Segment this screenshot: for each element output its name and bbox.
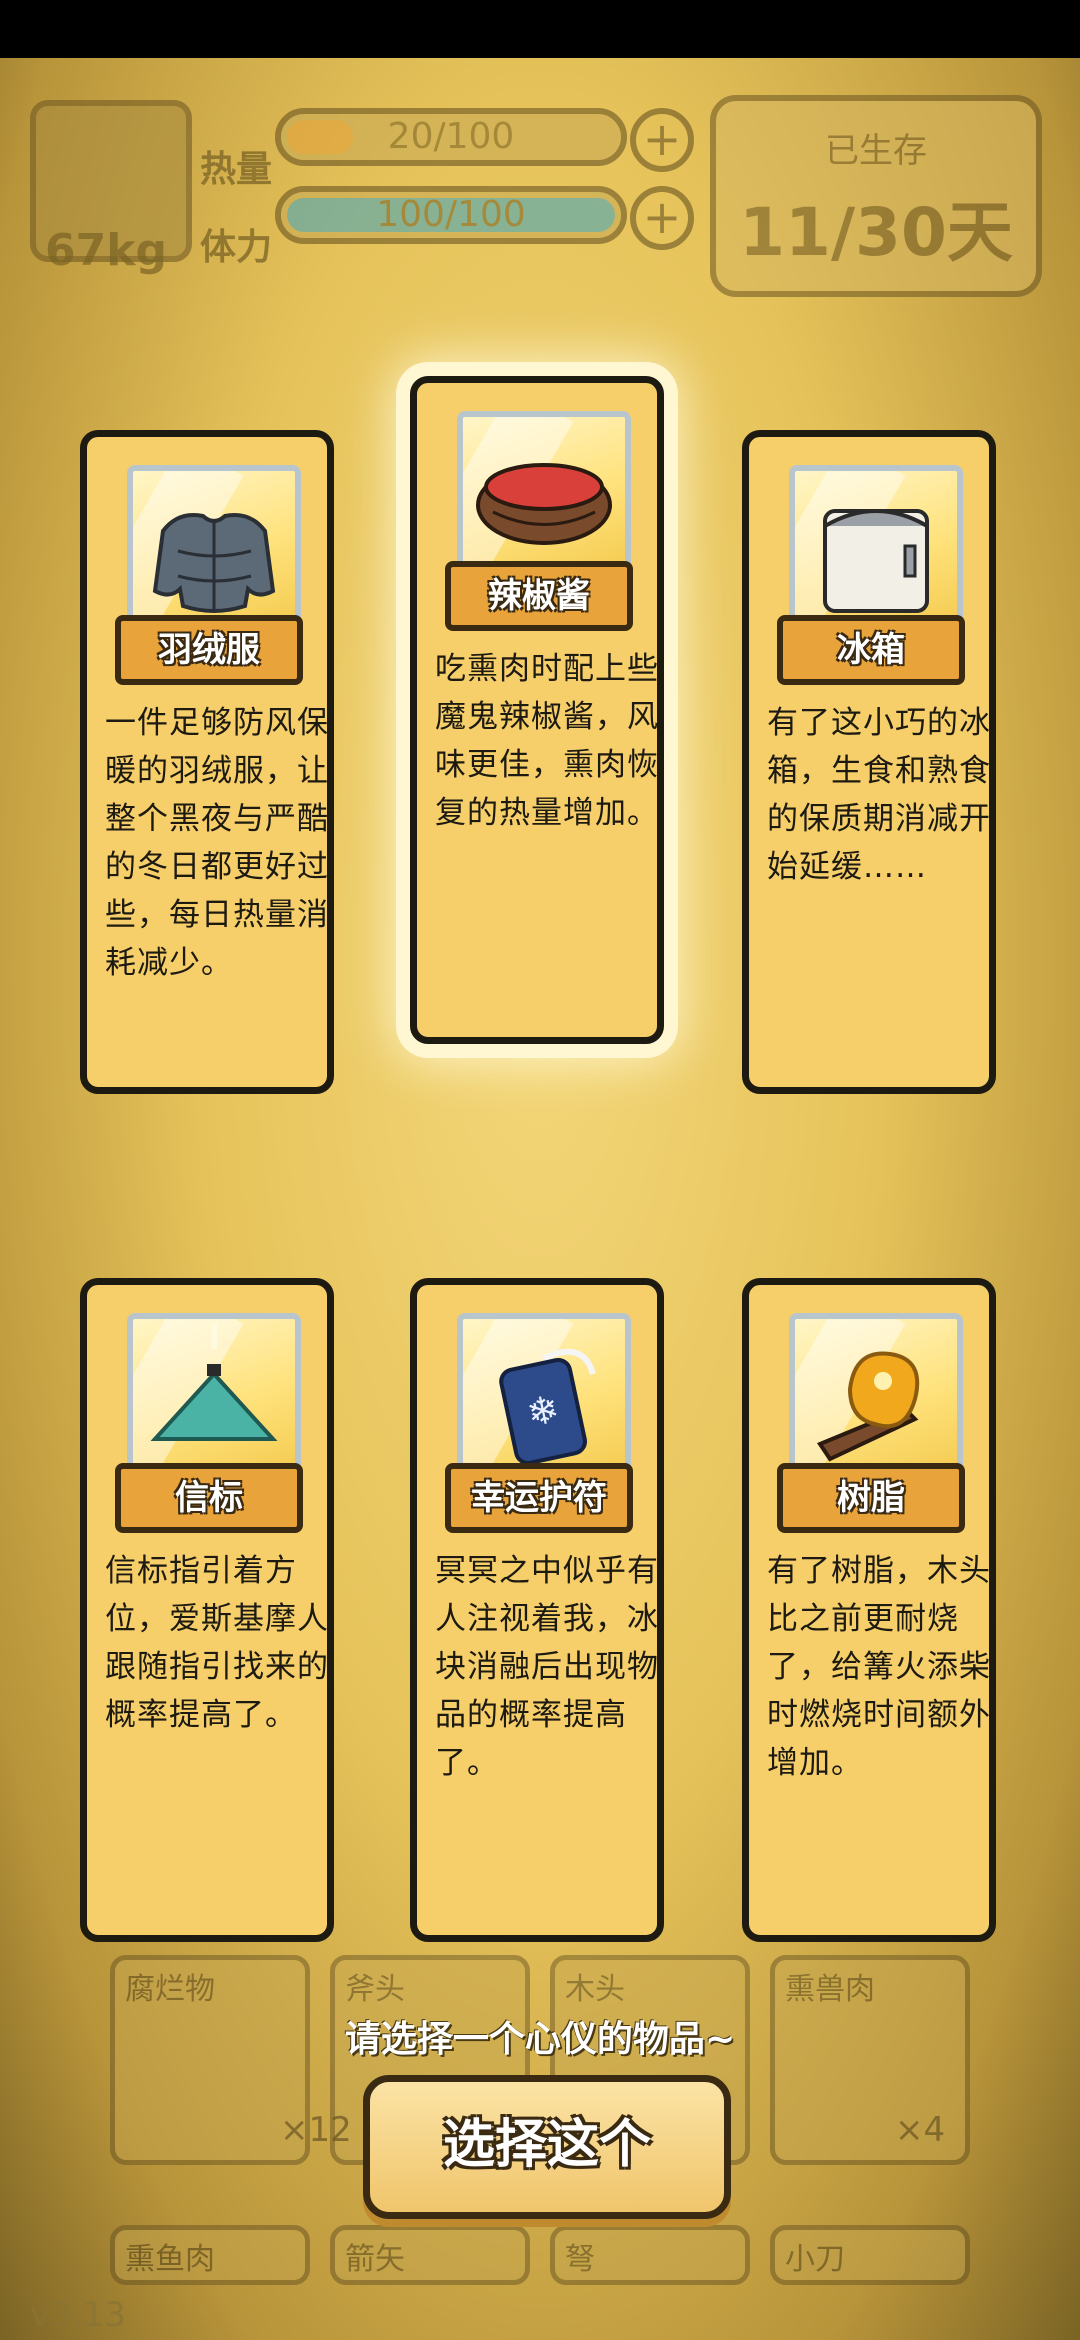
survive-title: 已生存 — [825, 131, 927, 171]
stamina-label: 体力 — [200, 227, 273, 268]
item-image-frame — [789, 465, 963, 639]
item-image-frame — [127, 1313, 301, 1487]
add-heat-button[interactable]: + — [630, 108, 694, 172]
item-card-lucky-charm[interactable]: ❄ 幸运护符 冥冥之中似乎有人注视着我，冰块消融后出现物品的概率提高了。 — [410, 1278, 664, 1942]
inventory-slot[interactable]: 弩 — [550, 2225, 750, 2285]
item-card-chili-sauce[interactable]: 辣椒酱 吃熏肉时配上些魔鬼辣椒酱，风味更佳，熏肉恢复的热量增加。 — [410, 376, 664, 1044]
inventory-slot[interactable]: 小刀 — [770, 2225, 970, 2285]
inventory-count: ×12 — [280, 2110, 352, 2150]
resin-icon — [816, 1351, 920, 1462]
item-name-plate: 羽绒服 — [115, 615, 303, 685]
heat-value: 20/100 — [387, 116, 515, 157]
item-name-plate: 树脂 — [777, 1463, 965, 1533]
item-card-resin[interactable]: 树脂 有了树脂，木头比之前更耐烧了，给篝火添柴时燃烧时间额外增加。 — [742, 1278, 996, 1942]
heat-bar: 20/100 — [275, 108, 627, 166]
status-bar — [0, 0, 1080, 58]
item-description: 一件足够防风保暖的羽绒服，让整个黑夜与严酷的冬日都更好过些，每日热量消耗减少。 — [105, 705, 329, 981]
item-image-frame — [789, 1313, 963, 1487]
inventory-slot[interactable]: 箭矢 — [330, 2225, 530, 2285]
survival-days-panel: 已生存 11/30天 — [710, 95, 1042, 297]
item-name-plate: 辣椒酱 — [445, 561, 633, 631]
item-name-plate: 信标 — [115, 1463, 303, 1533]
stamina-value: 100/100 — [376, 194, 526, 235]
weight-readout: 67kg — [45, 225, 167, 276]
inventory-count: ×4 — [895, 2110, 946, 2150]
beacon-icon — [150, 1324, 278, 1441]
item-description: 有了这小巧的冰箱，生食和熟食的保质期消减开始延缓…… — [767, 705, 991, 885]
item-name-plate: 幸运护符 — [445, 1463, 633, 1533]
selection-prompt: 请选择一个心仪的物品~ — [344, 2019, 736, 2060]
fridge-icon — [823, 509, 929, 613]
chili-sauce-icon — [476, 463, 612, 545]
item-image-frame — [127, 465, 301, 639]
inventory-slot[interactable]: 熏鱼肉 — [110, 2225, 310, 2285]
item-description: 有了树脂，木头比之前更耐烧了，给篝火添柴时燃烧时间额外增加。 — [767, 1553, 991, 1781]
item-description: 信标指引着方位，爱斯基摩人跟随指引找来的概率提高了。 — [105, 1553, 329, 1733]
item-card-fridge[interactable]: 冰箱 有了这小巧的冰箱，生食和熟食的保质期消减开始延缓…… — [742, 430, 996, 1094]
item-card-beacon[interactable]: 信标 信标指引着方位，爱斯基摩人跟随指引找来的概率提高了。 — [80, 1278, 334, 1942]
item-image-frame — [457, 411, 631, 585]
down-jacket-icon — [152, 513, 276, 613]
heat-label: 热量 — [200, 149, 273, 190]
stamina-bar: 100/100 — [275, 186, 627, 244]
add-stamina-button[interactable]: + — [630, 186, 694, 250]
item-image-frame: ❄ — [457, 1313, 631, 1487]
version-label: v3.13 — [30, 2295, 126, 2335]
choose-this-button[interactable]: 选择这个 — [363, 2075, 731, 2219]
item-description: 冥冥之中似乎有人注视着我，冰块消融后出现物品的概率提高了。 — [435, 1553, 659, 1781]
survive-days: 11/30天 — [739, 194, 1013, 271]
item-card-down-jacket[interactable]: 羽绒服 一件足够防风保暖的羽绒服，让整个黑夜与严酷的冬日都更好过些，每日热量消耗… — [80, 430, 334, 1094]
lucky-charm-icon: ❄ — [499, 1348, 596, 1465]
item-name-plate: 冰箱 — [777, 615, 965, 685]
item-description: 吃熏肉时配上些魔鬼辣椒酱，风味更佳，熏肉恢复的热量增加。 — [435, 651, 659, 831]
